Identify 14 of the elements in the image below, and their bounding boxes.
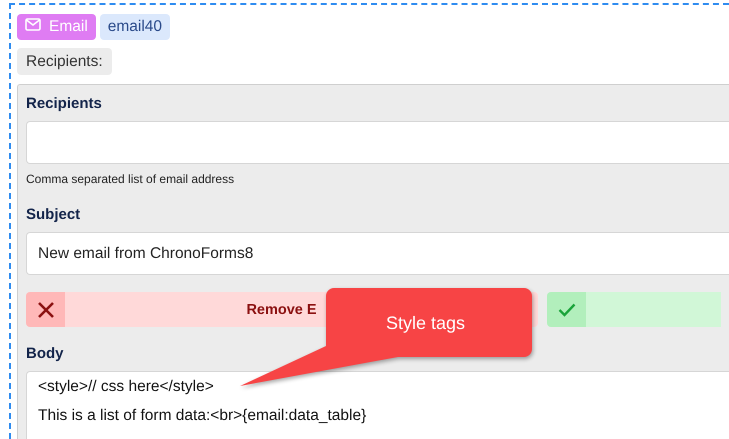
close-icon bbox=[36, 300, 54, 318]
field-label: Subject bbox=[26, 206, 80, 223]
field-label: Recipients bbox=[26, 95, 102, 112]
field-label: Body bbox=[26, 345, 64, 362]
input-field[interactable]: New email from ChronoForms8 bbox=[26, 232, 729, 275]
confirm-button[interactable] bbox=[547, 292, 721, 327]
envelope-icon bbox=[25, 18, 41, 31]
section-label: Recipients: bbox=[17, 48, 112, 75]
type-badge: Email bbox=[17, 14, 96, 40]
input-field[interactable] bbox=[26, 121, 729, 164]
field-hint: Comma separated list of email address bbox=[26, 172, 234, 186]
check-icon bbox=[558, 302, 576, 316]
text-area[interactable]: <style>// css here</style> This is a list of form data:<br>{email:data_table} bbox=[26, 371, 729, 439]
name-badge: email40 bbox=[100, 14, 170, 40]
